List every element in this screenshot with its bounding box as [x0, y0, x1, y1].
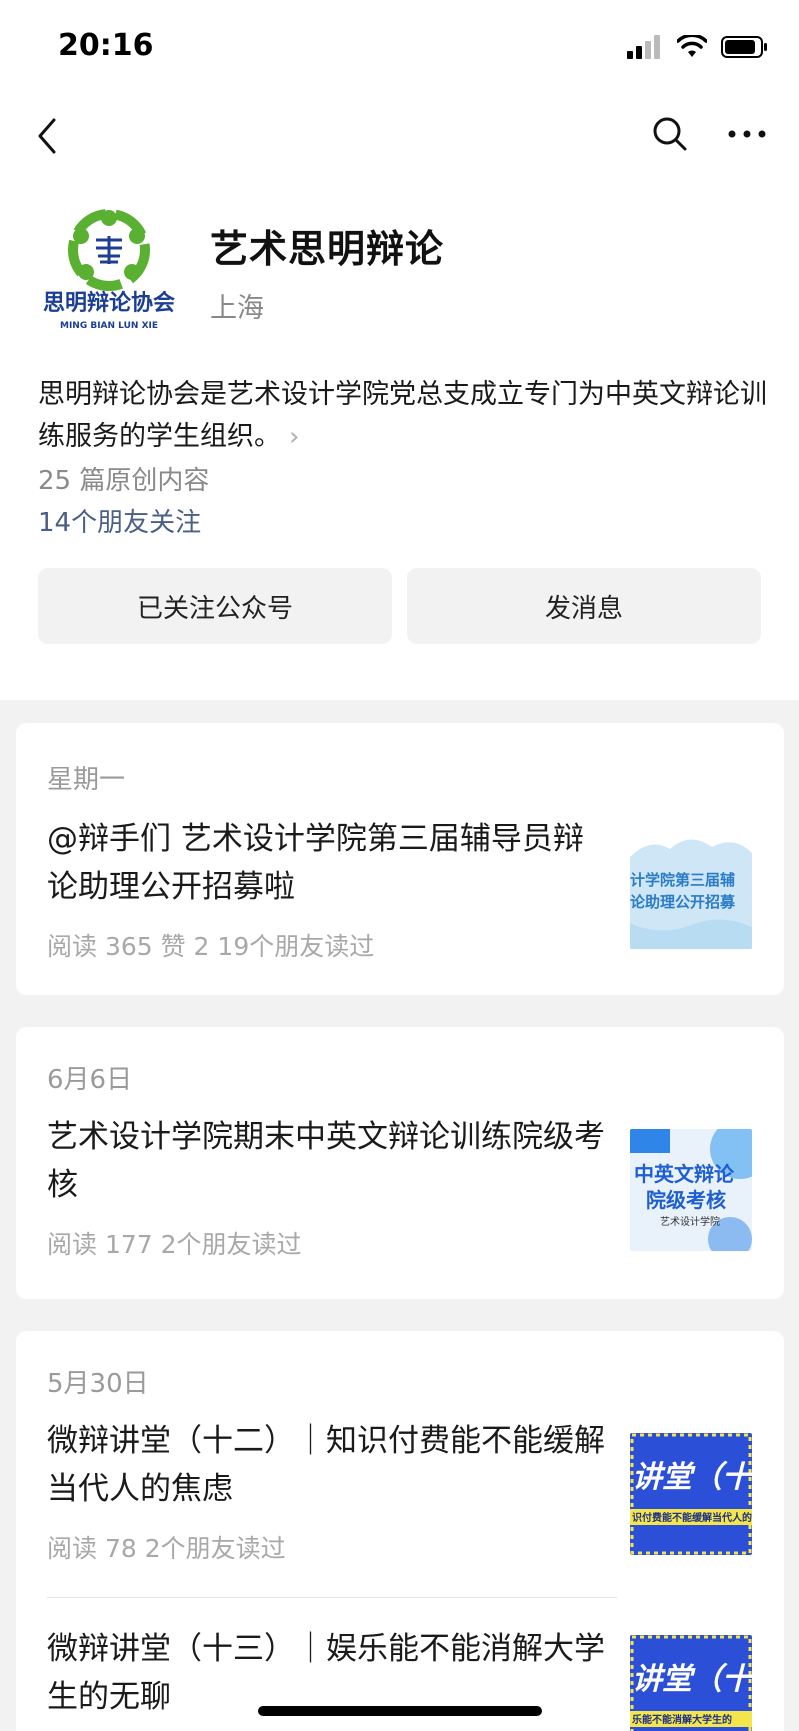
thumb-text: 讲堂（十: [632, 1460, 752, 1495]
article-meta: 阅读 365 赞 2 19个朋友读过: [47, 932, 375, 961]
thumb-text: 乐能不能消解大学生的: [632, 1713, 732, 1726]
thumb-text: 艺术设计学院: [660, 1215, 720, 1228]
thumb-text: 计学院第三届辅: [630, 871, 735, 889]
article-thumbnail: 讲堂（十 识付费能不能缓解当代人的: [630, 1433, 752, 1555]
back-button[interactable]: [28, 114, 68, 158]
search-icon: [653, 117, 687, 151]
home-indicator[interactable]: [258, 1706, 542, 1716]
followed-button[interactable]: 已关注公众号: [38, 568, 392, 644]
status-bar: 20:16: [0, 0, 799, 96]
search-button[interactable]: [648, 112, 692, 156]
chevron-left-icon: [38, 118, 56, 154]
logo-text: 思明辩论协会: [43, 290, 175, 316]
chevron-right-icon: ›: [289, 422, 300, 452]
original-count: 25 篇原创内容: [38, 466, 210, 496]
status-icons: [627, 34, 769, 60]
article-meta: 阅读 177 2个朋友读过: [47, 1230, 302, 1259]
article-thumbnail: 计学院第三届辅 论助理公开招募: [630, 827, 752, 949]
divider: [47, 1597, 617, 1598]
thumb-text: 识付费能不能缓解当代人的: [632, 1511, 752, 1524]
article-thumbnail: 中英文辩论 院级考核 艺术设计学院: [630, 1129, 752, 1251]
thumb-text: 论助理公开招募: [630, 893, 736, 911]
account-description[interactable]: 思明辩论协会是艺术设计学院党总支成立专门为中英文辩论训练服务的学生组织。 ›: [38, 374, 768, 458]
wifi-icon: [677, 35, 707, 57]
article-card[interactable]: 5月30日 微辩讲堂（十二）｜知识付费能不能缓解当代人的焦虑 阅读 78 2个朋…: [16, 1331, 784, 1731]
article-date: 6月6日: [47, 1065, 133, 1095]
article-card[interactable]: 6月6日 艺术设计学院期末中英文辩论训练院级考核 阅读 177 2个朋友读过 中…: [16, 1027, 784, 1299]
more-dots-icon: [728, 130, 766, 138]
article-title: 艺术设计学院期末中英文辩论训练院级考核: [47, 1119, 605, 1203]
article-meta: 阅读 78 2个朋友读过: [47, 1534, 286, 1563]
logo-subtext: MING BIAN LUN XIE: [60, 321, 158, 331]
logo-emblem: [68, 209, 150, 291]
article-thumbnail: 讲堂（十 乐能不能消解大学生的: [630, 1635, 752, 1731]
article-feed: 星期一 @辩手们 艺术设计学院第三届辅导员辩论助理公开招募啦 阅读 365 赞 …: [0, 700, 799, 1731]
article-date: 星期一: [47, 765, 126, 795]
account-description-text: 思明辩论协会是艺术设计学院党总支成立专门为中英文辩论训练服务的学生组织。: [38, 379, 767, 452]
account-logo[interactable]: 思明辩论协会 MING BIAN LUN XIE: [38, 204, 180, 334]
battery-icon: [721, 36, 767, 58]
account-region: 上海: [210, 293, 264, 324]
article-title: @辩手们 艺术设计学院第三届辅导员辩论助理公开招募啦: [47, 821, 584, 905]
account-name: 艺术思明辩论: [210, 227, 445, 271]
nav-bar: [0, 96, 799, 176]
article-title: 微辩讲堂（十二）｜知识付费能不能缓解当代人的焦虑: [47, 1423, 605, 1507]
cellular-signal-icon: [627, 35, 660, 59]
send-message-button[interactable]: 发消息: [407, 568, 761, 644]
status-time: 20:16: [58, 28, 154, 63]
article-card[interactable]: 星期一 @辩手们 艺术设计学院第三届辅导员辩论助理公开招募啦 阅读 365 赞 …: [16, 723, 784, 995]
article-date: 5月30日: [47, 1369, 149, 1399]
more-button[interactable]: [722, 114, 772, 154]
thumb-text: 讲堂（十: [632, 1662, 752, 1697]
thumb-text: 院级考核: [646, 1188, 726, 1212]
thumb-text: 中英文辩论: [634, 1162, 735, 1186]
friends-following-link[interactable]: 14个朋友关注: [38, 502, 201, 539]
